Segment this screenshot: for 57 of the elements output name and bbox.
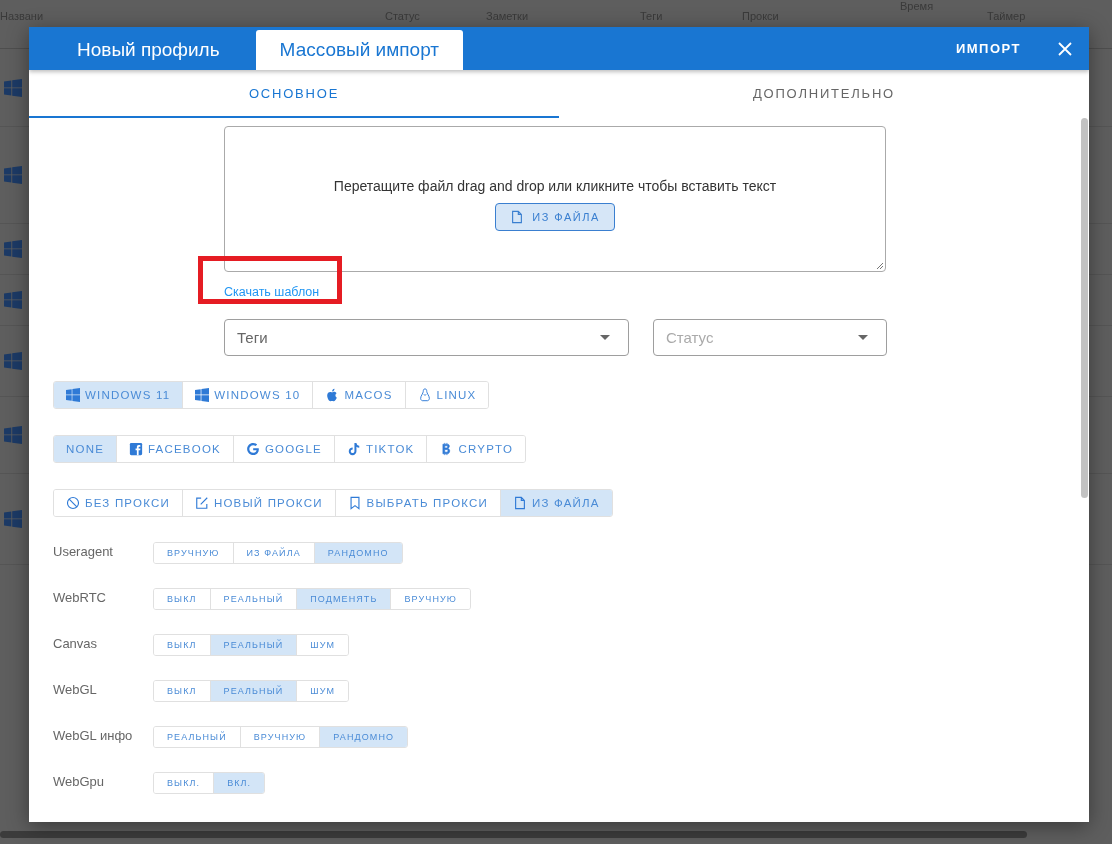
toggle-button[interactable]: ИЗ ФАЙЛА <box>501 490 612 516</box>
toggle-button[interactable]: WINDOWS 11 <box>54 382 184 408</box>
dialog-tab[interactable]: Массовый импорт <box>255 30 463 70</box>
windows-icon <box>66 388 80 402</box>
penguin-icon <box>417 388 432 402</box>
option-button[interactable]: ВРУЧНУЮ <box>154 543 234 563</box>
windows-icon <box>4 166 22 184</box>
windows-icon <box>4 240 22 258</box>
setting-label: WebGL <box>53 681 98 697</box>
download-template-link[interactable]: Скачать шаблон <box>224 285 320 299</box>
bookmark-icon <box>347 496 362 510</box>
toggle-button[interactable]: NONE <box>54 436 118 462</box>
windows-icon <box>4 510 22 528</box>
select-field[interactable]: Теги <box>224 319 629 356</box>
windows-icon <box>4 291 22 309</box>
import-button[interactable]: ИМПОРТ <box>949 40 1027 57</box>
setting-label: WebRTC <box>53 589 107 605</box>
toggle-button[interactable]: БЕЗ ПРОКСИ <box>54 490 183 516</box>
google-icon <box>245 442 260 456</box>
option-button[interactable]: ВЫКЛ <box>154 681 211 701</box>
section-tab[interactable]: ОСНОВНОЕ <box>29 70 559 118</box>
option-button[interactable]: РЕАЛЬНЫЙ <box>210 681 298 701</box>
option-button[interactable]: РАНДОМНО <box>320 727 408 747</box>
dialog-tab[interactable]: Новый профиль <box>53 30 244 70</box>
windows-icon <box>195 388 210 402</box>
tiktok-icon <box>346 442 361 456</box>
close-icon[interactable] <box>1057 40 1073 57</box>
option-button[interactable]: РАНДОМНО <box>314 543 402 563</box>
setting-label: Useragent <box>53 543 114 559</box>
from-file-button[interactable]: ИЗ ФАЙЛА <box>495 202 615 231</box>
option-button[interactable]: ВКЛ. <box>214 773 265 793</box>
setting-label: WebGL инфо <box>53 727 134 743</box>
windows-icon <box>4 426 22 444</box>
drop-zone[interactable]: Перетащите файл drag and drop или кликните чтобы вставить текст ИЗ ФАЙЛА <box>224 126 886 272</box>
drop-hint: Перетащите файл drag and drop или кликните чтобы вставить текст <box>333 177 777 194</box>
setting-label: WebGpu <box>53 773 106 789</box>
ban-icon <box>66 496 80 510</box>
windows-icon <box>4 352 22 370</box>
option-button[interactable]: ПОДМЕНЯТЬ <box>297 589 392 609</box>
caret-icon <box>600 335 610 340</box>
scrollbar[interactable] <box>0 831 1027 838</box>
option-button[interactable]: РЕАЛЬНЫЙ <box>154 727 241 747</box>
windows-icon <box>4 78 22 97</box>
facebook-icon <box>129 442 144 456</box>
option-button[interactable]: ВЫКЛ <box>154 589 211 609</box>
scrollbar[interactable] <box>1081 118 1088 498</box>
file-icon <box>513 496 527 510</box>
setting-label: Canvas <box>53 635 99 651</box>
apple-icon <box>325 388 340 402</box>
option-button[interactable]: РЕАЛЬНЫЙ <box>210 635 298 655</box>
select-field[interactable]: Статус <box>653 319 887 356</box>
edit-icon <box>194 496 209 510</box>
file-icon <box>510 209 525 224</box>
option-button[interactable]: ВЫКЛ <box>154 635 211 655</box>
option-button[interactable]: ВЫКЛ. <box>154 773 215 793</box>
caret-icon <box>858 335 868 340</box>
resize-grip-icon[interactable] <box>876 262 884 270</box>
